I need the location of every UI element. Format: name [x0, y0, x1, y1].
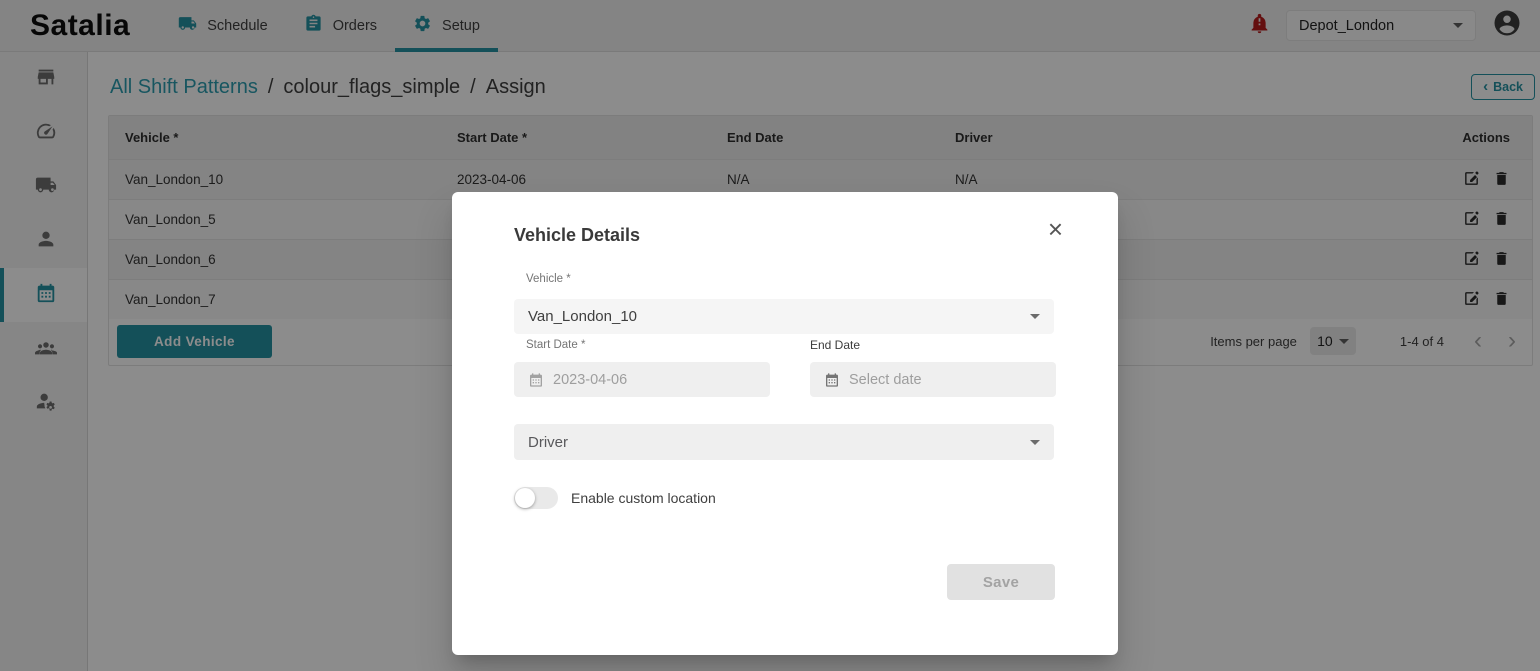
start-date-value: 2023-04-06 [553, 372, 627, 388]
toggle-knob [515, 488, 535, 508]
end-date-label: End Date [810, 338, 860, 352]
end-date-placeholder: Select date [849, 372, 922, 388]
chevron-down-icon [1030, 440, 1040, 445]
chevron-down-icon [1030, 314, 1040, 319]
custom-location-toggle[interactable] [514, 487, 558, 509]
driver-select-placeholder: Driver [528, 434, 568, 451]
vehicle-select-value: Van_London_10 [528, 308, 637, 325]
end-date-input[interactable]: Select date [810, 362, 1056, 397]
custom-location-toggle-row: Enable custom location [514, 487, 716, 509]
calendar-small-icon [528, 372, 544, 388]
custom-location-toggle-label: Enable custom location [571, 490, 716, 506]
driver-select[interactable]: Driver [514, 424, 1054, 460]
start-date-input[interactable]: 2023-04-06 [514, 362, 770, 397]
dialog-title: Vehicle Details [514, 225, 640, 246]
calendar-small-icon [824, 372, 840, 388]
start-date-label: Start Date * [526, 339, 585, 351]
vehicle-field-label: Vehicle * [526, 273, 571, 285]
save-button[interactable]: Save [947, 564, 1055, 600]
vehicle-select[interactable]: Van_London_10 [514, 299, 1054, 334]
vehicle-details-dialog: Vehicle Details × Vehicle * Van_London_1… [452, 192, 1118, 655]
close-icon[interactable]: × [1048, 216, 1063, 242]
